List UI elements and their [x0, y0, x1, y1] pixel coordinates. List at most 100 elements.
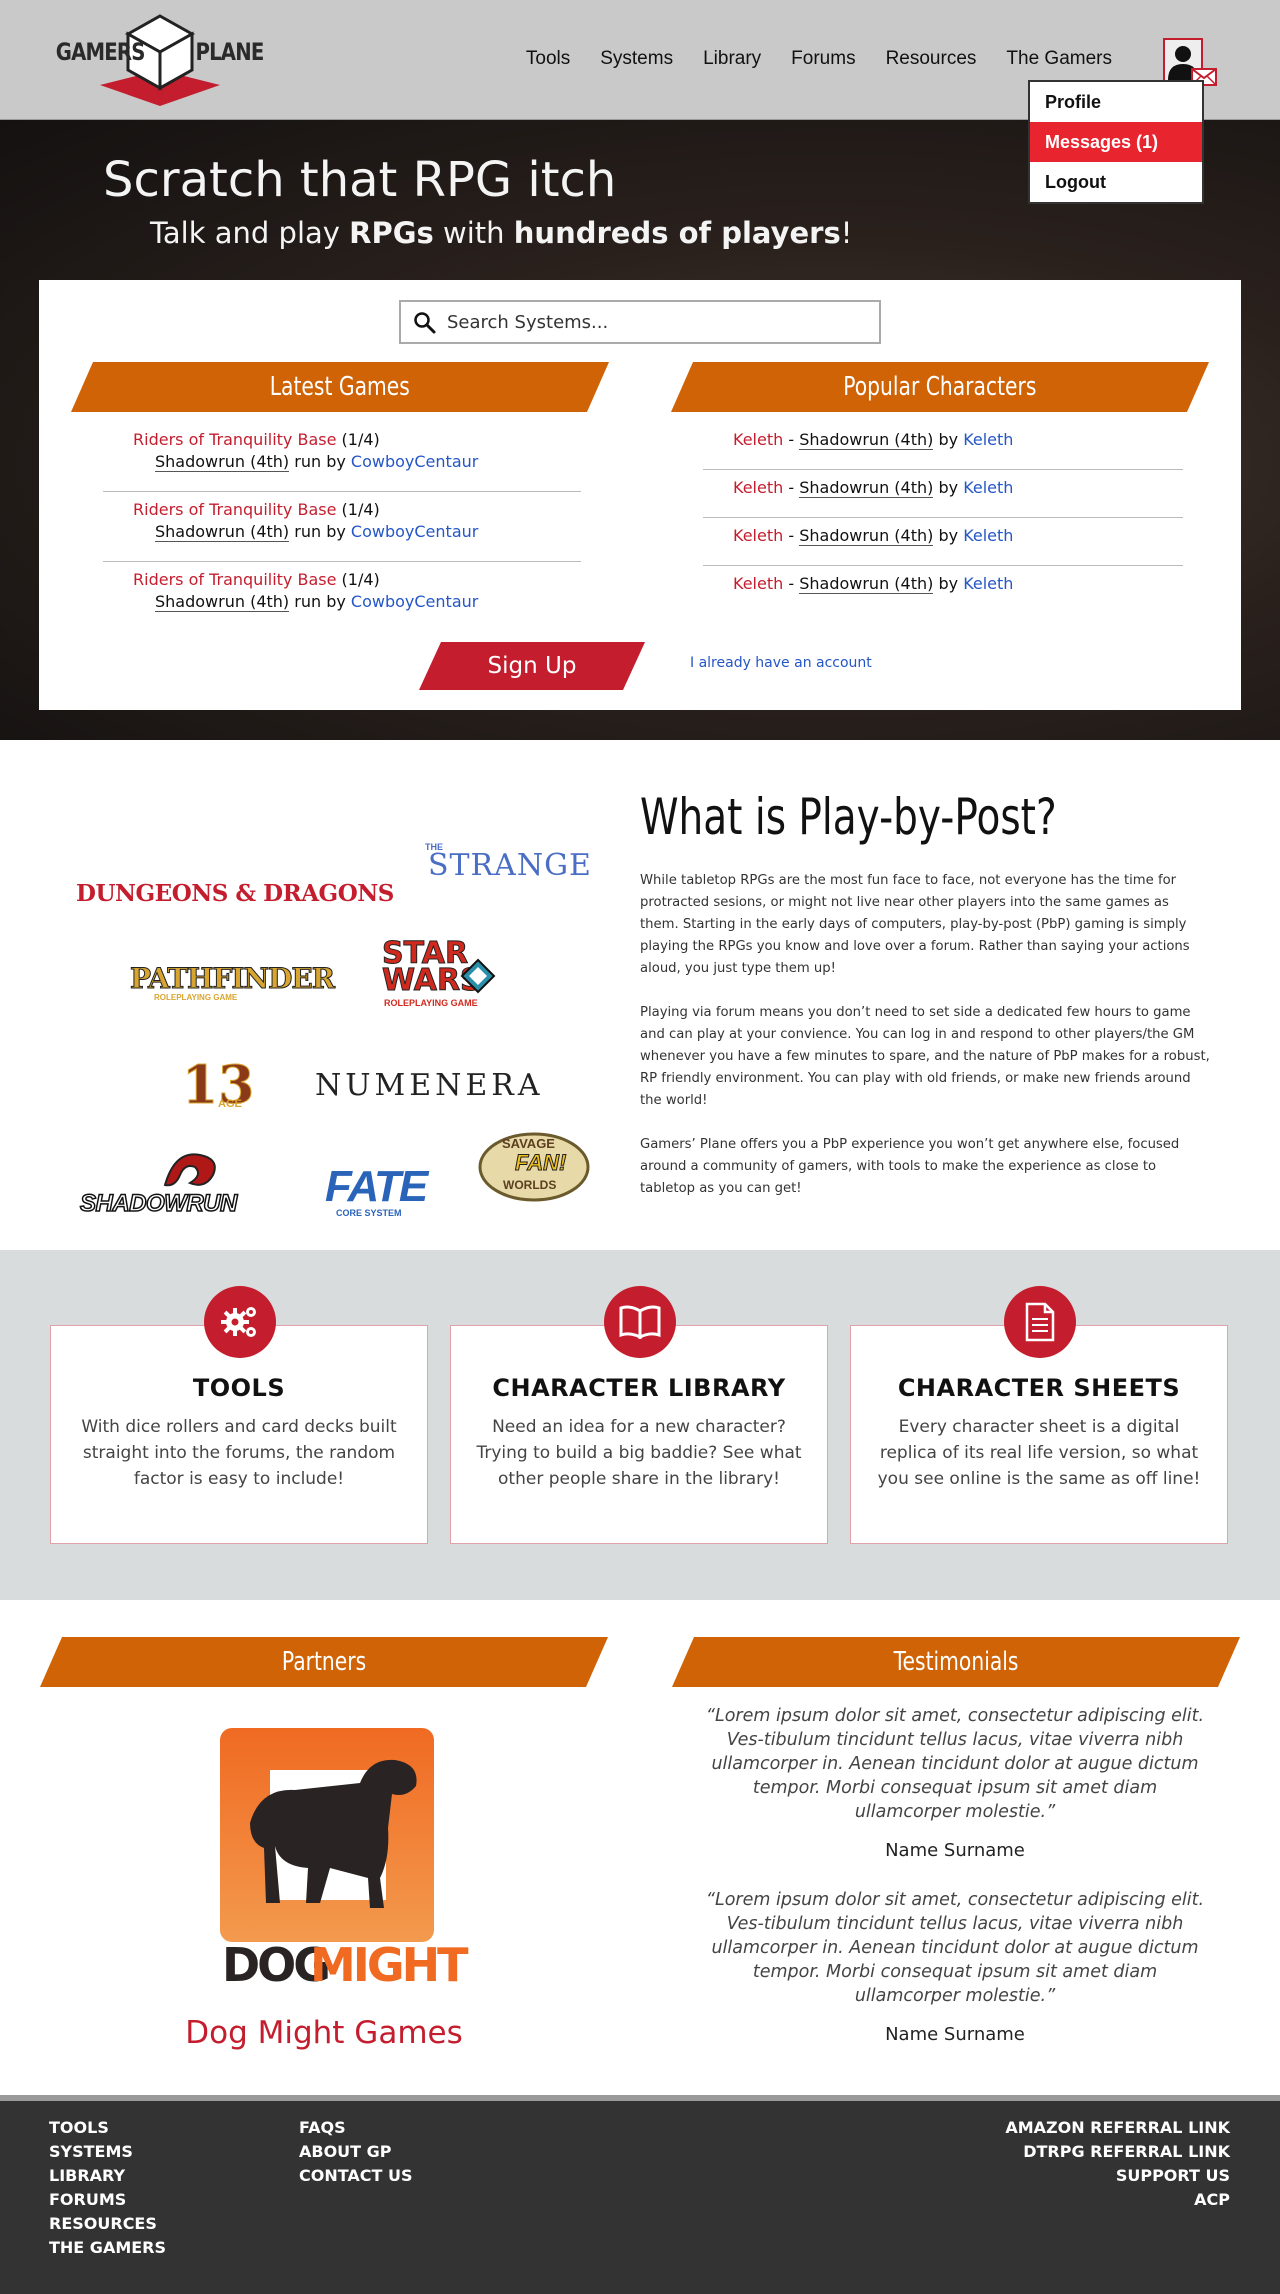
main-nav: Tools Systems Library Forums Resources T… — [526, 48, 1112, 70]
system-link[interactable]: Shadowrun (4th) — [799, 526, 934, 546]
separator: - — [788, 574, 795, 593]
menu-item-logout[interactable]: Logout — [1030, 162, 1202, 202]
footer-link-acp[interactable]: ACP — [1005, 2188, 1230, 2212]
separator: - — [788, 430, 795, 449]
by-label: by — [938, 430, 959, 449]
menu-item-messages[interactable]: Messages (1) — [1030, 122, 1202, 162]
hero-section: Scratch that RPG itch Talk and play RPGs… — [0, 120, 1280, 740]
the-strange-logo: STRANGE — [428, 848, 592, 883]
nav-library[interactable]: Library — [703, 48, 761, 70]
system-logos: DUNGEONS & DRAGONS THE STRANGE PATHFINDE… — [70, 780, 610, 1218]
numenera-logo: NUMENERA — [315, 1068, 544, 1103]
site-footer: TOOLS SYSTEMS LIBRARY FORUMS RESOURCES T… — [0, 2095, 1280, 2294]
footer-link-forums[interactable]: FORUMS — [49, 2188, 166, 2212]
testimonial-item: “Lorem ipsum dolor sit amet, consectetur… — [700, 1888, 1210, 2045]
hero-subtitle-text: ! — [840, 216, 853, 250]
latest-games-title: Latest Games — [269, 372, 411, 402]
feature-title: CHARACTER LIBRARY — [492, 1374, 786, 1402]
run-by-label: run by — [294, 522, 346, 541]
book-icon — [604, 1286, 676, 1358]
footer-link-the-gamers[interactable]: THE GAMERS — [49, 2236, 166, 2260]
dog-might-logo[interactable]: DOG MIGHT — [220, 1728, 469, 1992]
savage-worlds-logo: SAVAGE — [502, 1136, 555, 1151]
feature-card-tools: TOOLS With dice rollers and card decks b… — [50, 1286, 428, 1544]
owner-link[interactable]: Keleth — [963, 430, 1013, 449]
gears-icon-glyph — [221, 1307, 256, 1337]
hero-subtitle-text: Talk and play — [150, 216, 350, 250]
character-link[interactable]: Keleth — [733, 430, 783, 449]
character-link[interactable]: Keleth — [733, 478, 783, 497]
system-link[interactable]: Shadowrun (4th) — [799, 430, 934, 450]
popular-characters-title: Popular Characters — [843, 372, 1037, 402]
system-link[interactable]: Shadowrun (4th) — [155, 522, 290, 542]
testimonial-author: Name Surname — [885, 1840, 1025, 1861]
footer-link-amazon-referral[interactable]: AMAZON REFERRAL LINK — [1005, 2116, 1230, 2140]
nav-tools[interactable]: Tools — [526, 48, 570, 70]
fate-logo: FATE — [325, 1162, 428, 1211]
list-item: Riders of Tranquility Base (1/4) Shadowr… — [103, 422, 581, 492]
partner-name-link[interactable]: Dog Might Games — [0, 2015, 648, 2051]
separator: - — [788, 526, 795, 545]
footer-column-main: TOOLS SYSTEMS LIBRARY FORUMS RESOURCES T… — [49, 2116, 166, 2260]
testimonials-title: Testimonials — [893, 1647, 1019, 1677]
system-link[interactable]: Shadowrun (4th) — [799, 478, 934, 498]
partners-banner: Partners — [40, 1637, 608, 1687]
footer-link-resources[interactable]: RESOURCES — [49, 2212, 166, 2236]
hero-subtitle-text: with — [433, 216, 514, 250]
game-link[interactable]: Riders of Tranquility Base — [133, 570, 336, 589]
menu-item-profile[interactable]: Profile — [1030, 82, 1202, 122]
testimonials-banner: Testimonials — [672, 1637, 1240, 1687]
system-link[interactable]: Shadowrun (4th) — [155, 452, 290, 472]
list-item: Keleth - Shadowrun (4th) by Keleth — [703, 518, 1183, 566]
game-link[interactable]: Riders of Tranquility Base — [133, 500, 336, 519]
document-icon-glyph — [1025, 1302, 1055, 1342]
list-item: Keleth - Shadowrun (4th) by Keleth — [703, 566, 1183, 614]
game-player-count: (1/4) — [341, 570, 380, 589]
owner-link[interactable]: Keleth — [963, 574, 1013, 593]
footer-link-support-us[interactable]: SUPPORT US — [1005, 2164, 1230, 2188]
savage-worlds-fan-logo: FAN! — [514, 1150, 567, 1176]
shadowrun-logo: SHADOWRUN — [79, 1189, 238, 1218]
nav-systems[interactable]: Systems — [600, 48, 673, 70]
footer-link-library[interactable]: LIBRARY — [49, 2164, 166, 2188]
popular-characters-banner: Popular Characters — [671, 362, 1209, 412]
partners-title: Partners — [281, 1647, 367, 1677]
owner-link[interactable]: Keleth — [963, 526, 1013, 545]
footer-link-contact[interactable]: CONTACT US — [299, 2164, 413, 2188]
character-link[interactable]: Keleth — [733, 574, 783, 593]
sign-up-button[interactable]: Sign Up — [419, 642, 645, 690]
pbp-title: What is Play-by-Post? — [640, 788, 1057, 846]
footer-link-about[interactable]: ABOUT GP — [299, 2140, 413, 2164]
hero-subtitle-bold: RPGs — [349, 216, 434, 250]
gm-link[interactable]: CowboyCentaur — [351, 522, 478, 541]
site-logo[interactable]: GAMERS PLANE — [56, 10, 264, 110]
footer-link-systems[interactable]: SYSTEMS — [49, 2140, 166, 2164]
footer-link-tools[interactable]: TOOLS — [49, 2116, 166, 2140]
nav-forums[interactable]: Forums — [791, 48, 855, 70]
system-link[interactable]: Shadowrun (4th) — [155, 592, 290, 612]
footer-link-dtrpg-referral[interactable]: DTRPG REFERRAL LINK — [1005, 2140, 1230, 2164]
have-account-link[interactable]: I already have an account — [690, 655, 872, 671]
owner-link[interactable]: Keleth — [963, 478, 1013, 497]
run-by-label: run by — [294, 452, 346, 471]
feature-text: Need an idea for a new character? Trying… — [476, 1417, 802, 1489]
gm-link[interactable]: CowboyCentaur — [351, 452, 478, 471]
list-item: Keleth - Shadowrun (4th) by Keleth — [703, 422, 1183, 470]
feature-card-character-library: CHARACTER LIBRARY Need an idea for a new… — [450, 1286, 828, 1544]
separator: - — [788, 478, 795, 497]
star-wars-logo-sub: ROLEPLAYING GAME — [384, 998, 478, 1008]
search-box — [399, 300, 881, 344]
nav-the-gamers[interactable]: The Gamers — [1006, 48, 1112, 70]
feature-title: CHARACTER SHEETS — [897, 1374, 1181, 1402]
system-link[interactable]: Shadowrun (4th) — [799, 574, 934, 594]
testimonial-item: “Lorem ipsum dolor sit amet, consectetur… — [700, 1704, 1210, 1861]
character-link[interactable]: Keleth — [733, 526, 783, 545]
nav-resources[interactable]: Resources — [886, 48, 977, 70]
game-link[interactable]: Riders of Tranquility Base — [133, 430, 336, 449]
gm-link[interactable]: CowboyCentaur — [351, 592, 478, 611]
footer-link-faqs[interactable]: FAQS — [299, 2116, 413, 2140]
search-input[interactable] — [447, 310, 867, 334]
pbp-paragraph: While tabletop RPGs are the most fun fac… — [640, 873, 1190, 976]
partners-testimonials-section: Partners Testimonials DOG MIGHT Dog Migh… — [0, 1600, 1280, 2095]
by-label: by — [938, 478, 959, 497]
